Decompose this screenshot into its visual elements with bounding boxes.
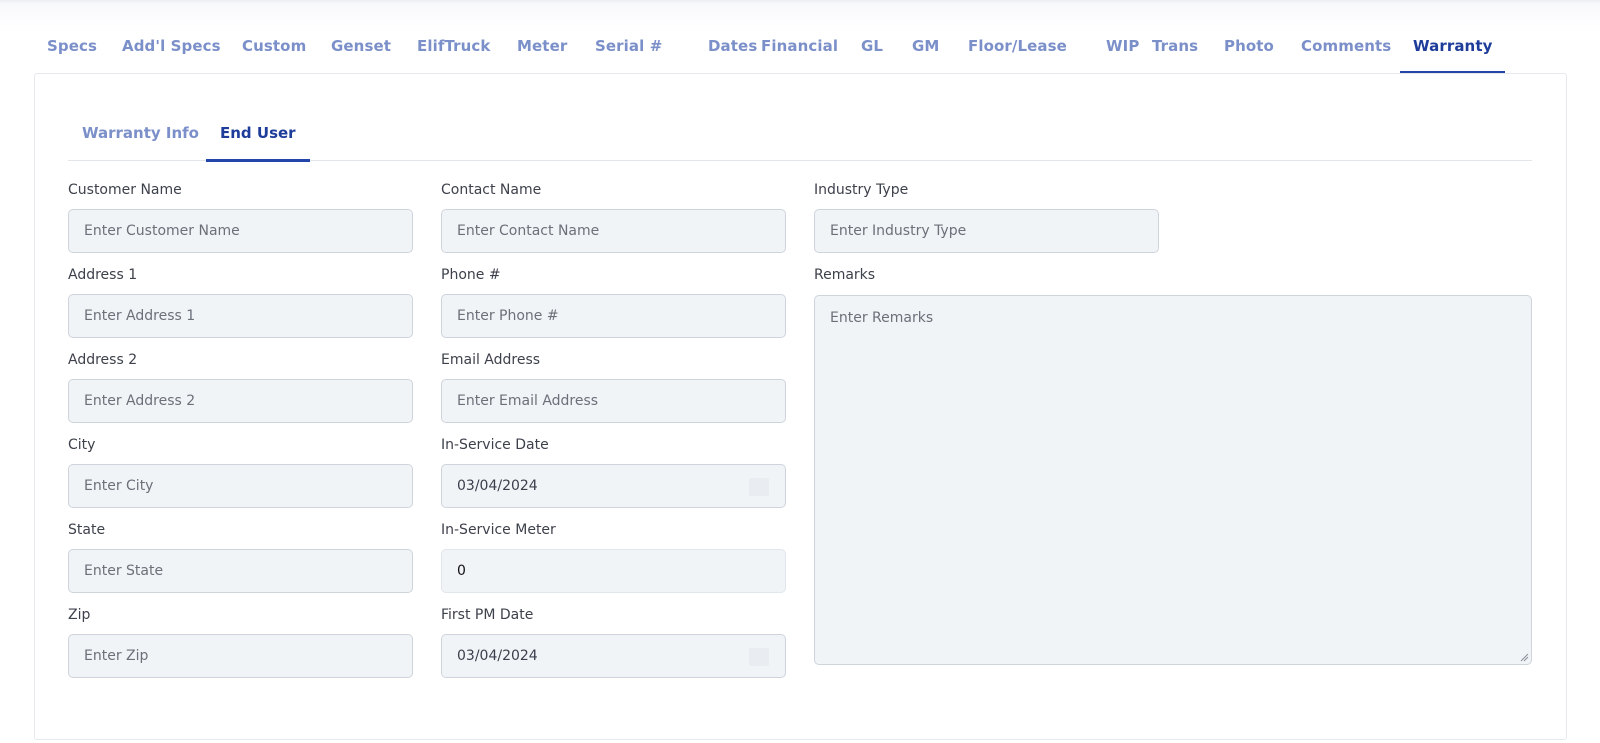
sub-tab-bar: Warranty Info End User (68, 110, 1532, 162)
tab-meter[interactable]: Meter (517, 26, 567, 74)
remarks-placeholder: Enter Remarks (830, 310, 934, 326)
resize-handle-icon[interactable] (1519, 652, 1529, 662)
first-pm-date-input[interactable]: 03/04/2024 (441, 634, 786, 678)
address2-input[interactable]: Enter Address 2 (68, 379, 413, 423)
customer-name-input[interactable]: Enter Customer Name (68, 209, 413, 253)
phone-label: Phone # (441, 267, 501, 283)
tab-custom[interactable]: Custom (242, 26, 306, 74)
address1-input[interactable]: Enter Address 1 (68, 294, 413, 338)
zip-label: Zip (68, 607, 91, 623)
zip-input[interactable]: Enter Zip (68, 634, 413, 678)
in-service-meter-input[interactable]: 0 (441, 549, 786, 593)
tab-eliftruck[interactable]: ElifTruck (417, 26, 490, 74)
calendar-icon[interactable] (749, 478, 769, 496)
remarks-textarea[interactable]: Enter Remarks (814, 295, 1532, 665)
in-service-date-label: In-Service Date (441, 437, 549, 453)
address2-label: Address 2 (68, 352, 138, 368)
industry-type-label: Industry Type (814, 182, 909, 198)
tab-trans[interactable]: Trans (1152, 26, 1198, 74)
tab-floor-lease[interactable]: Floor/Lease (968, 26, 1067, 74)
city-label: City (68, 437, 96, 453)
email-input[interactable]: Enter Email Address (441, 379, 786, 423)
customer-name-label: Customer Name (68, 182, 182, 198)
address1-label: Address 1 (68, 267, 138, 283)
tab-serial[interactable]: Serial # (595, 26, 662, 74)
first-pm-date-label: First PM Date (441, 607, 534, 623)
tab-genset[interactable]: Genset (331, 26, 391, 74)
tab-warranty[interactable]: Warranty (1399, 26, 1507, 74)
state-label: State (68, 522, 106, 538)
tab-gm[interactable]: GM (912, 26, 939, 74)
top-tab-bar: Specs Add'l Specs Custom Genset ElifTruc… (34, 26, 1567, 74)
tab-financial[interactable]: Financial (761, 26, 838, 74)
industry-type-input[interactable]: Enter Industry Type (814, 209, 1159, 253)
contact-name-input[interactable]: Enter Contact Name (441, 209, 786, 253)
tab-addl-specs[interactable]: Add'l Specs (122, 26, 221, 74)
calendar-icon[interactable] (749, 648, 769, 666)
tab-warranty-info[interactable]: Warranty Info (82, 124, 199, 161)
tab-dates[interactable]: Dates (708, 26, 757, 74)
in-service-meter-label: In-Service Meter (441, 522, 556, 538)
email-label: Email Address (441, 352, 541, 368)
tab-comments[interactable]: Comments (1301, 26, 1391, 74)
tab-gl[interactable]: GL (861, 26, 883, 74)
remarks-label: Remarks (814, 267, 876, 283)
tab-wip[interactable]: WIP (1106, 26, 1139, 74)
city-input[interactable]: Enter City (68, 464, 413, 508)
tab-specs[interactable]: Specs (47, 26, 97, 74)
in-service-date-input[interactable]: 03/04/2024 (441, 464, 786, 508)
state-input[interactable]: Enter State (68, 549, 413, 593)
first-pm-date-value: 03/04/2024 (457, 648, 538, 664)
phone-input[interactable]: Enter Phone # (441, 294, 786, 338)
tab-photo[interactable]: Photo (1224, 26, 1274, 74)
tab-end-user[interactable]: End User (206, 124, 310, 162)
in-service-date-value: 03/04/2024 (457, 478, 538, 494)
contact-name-label: Contact Name (441, 182, 542, 198)
